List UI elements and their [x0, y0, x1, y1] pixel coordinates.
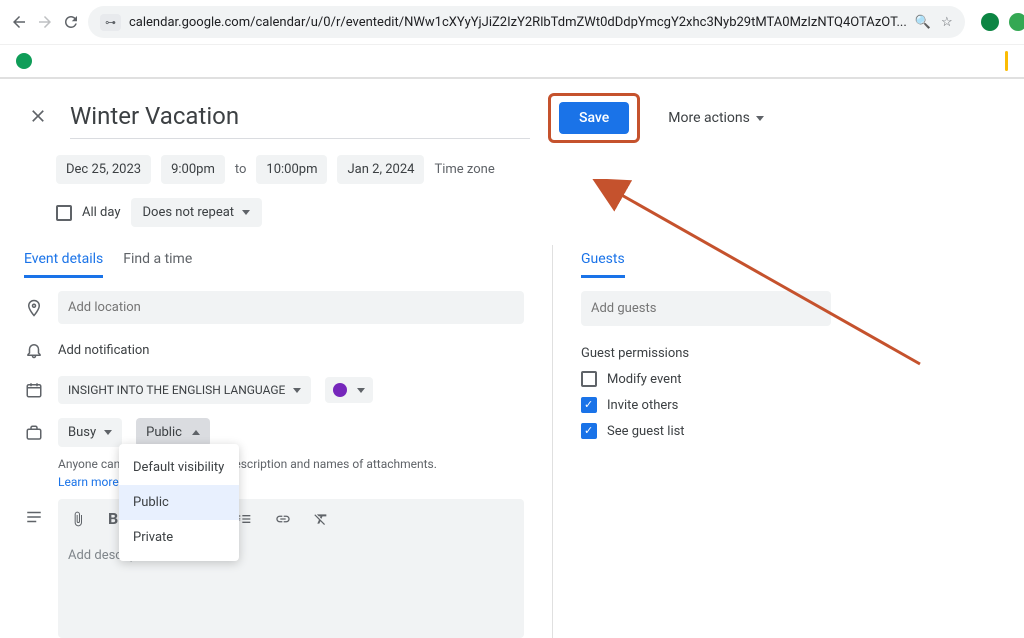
allday-label: All day — [82, 205, 121, 220]
notes-icon — [24, 507, 44, 527]
calendar-row: INSIGHT INTO THE ENGLISH LANGUAGE — [24, 376, 524, 404]
back-button[interactable] — [10, 10, 28, 34]
attachment-icon[interactable] — [66, 507, 90, 531]
color-dot-icon — [333, 383, 347, 397]
menu-item-default[interactable]: Default visibility — [119, 450, 239, 485]
two-column-layout: Event details Find a time Add notificati… — [24, 245, 1000, 638]
menu-item-public[interactable]: Public — [119, 485, 239, 520]
repeat-dropdown[interactable]: Does not repeat — [131, 198, 263, 227]
more-actions-button[interactable]: More actions — [658, 104, 774, 132]
tab-event-details[interactable]: Event details — [24, 245, 103, 278]
reload-button[interactable] — [62, 10, 80, 34]
more-actions-label: More actions — [668, 110, 750, 126]
add-notification-button[interactable]: Add notification — [58, 343, 149, 358]
column-divider — [552, 245, 553, 638]
chevron-down-icon — [357, 388, 365, 393]
url-text: calendar.google.com/calendar/u/0/r/event… — [129, 15, 907, 30]
seelist-checkbox[interactable] — [581, 423, 597, 439]
event-editor-page: Save More actions Dec 25, 2023 9:00pm to… — [0, 79, 1024, 638]
color-selector[interactable] — [325, 377, 373, 403]
extensions-area: f? — [973, 11, 1024, 33]
extension-green2-icon[interactable] — [1009, 13, 1024, 31]
browser-navigation: ⊶ calendar.google.com/calendar/u/0/r/eve… — [0, 0, 1024, 45]
add-guests-input[interactable] — [581, 291, 831, 326]
chevron-down-icon — [104, 430, 112, 435]
briefcase-icon — [24, 423, 44, 443]
link-icon[interactable] — [271, 507, 295, 531]
seelist-label: See guest list — [607, 424, 685, 439]
tab-guests[interactable]: Guests — [581, 245, 625, 278]
modify-checkbox[interactable] — [581, 371, 597, 387]
bell-icon — [24, 340, 44, 360]
end-date-chip[interactable]: Jan 2, 2024 — [337, 155, 424, 184]
star-icon[interactable]: ☆ — [941, 15, 953, 30]
description-row: B I U Add description — [24, 499, 524, 638]
notification-row: Add notification — [24, 338, 524, 362]
location-icon — [24, 298, 44, 318]
location-row — [24, 291, 524, 324]
busy-label: Busy — [68, 425, 96, 440]
edge-indicator — [1005, 51, 1008, 71]
chevron-down-icon — [293, 388, 301, 393]
event-title-input[interactable] — [70, 98, 530, 139]
modify-label: Modify event — [607, 372, 682, 387]
end-time-chip[interactable]: 10:00pm — [256, 155, 327, 184]
save-button[interactable]: Save — [559, 102, 629, 134]
save-highlight-box: Save — [548, 93, 640, 143]
allday-row: All day Does not repeat — [56, 198, 1000, 227]
calendar-name: INSIGHT INTO THE ENGLISH LANGUAGE — [68, 383, 285, 397]
forward-button[interactable] — [36, 10, 54, 34]
chevron-down-icon — [242, 210, 250, 215]
calendar-icon — [24, 380, 44, 400]
clear-format-icon[interactable] — [309, 507, 333, 531]
page-header: Save More actions — [24, 93, 1000, 143]
left-column: Event details Find a time Add notificati… — [24, 245, 524, 638]
bookmark-bar — [0, 45, 1024, 79]
detail-tabs: Event details Find a time — [24, 245, 524, 279]
allday-checkbox[interactable] — [56, 205, 72, 221]
chevron-up-icon — [192, 430, 200, 435]
site-settings-icon[interactable]: ⊶ — [100, 14, 121, 31]
visibility-dropdown[interactable]: Public — [136, 418, 210, 447]
calendar-selector[interactable]: INSIGHT INTO THE ENGLISH LANGUAGE — [58, 376, 311, 404]
start-date-chip[interactable]: Dec 25, 2023 — [56, 155, 151, 184]
right-column: Guests Guest permissions Modify event In… — [581, 245, 831, 638]
chevron-down-icon — [756, 116, 764, 121]
repeat-label: Does not repeat — [143, 205, 235, 220]
visibility-menu: Default visibility Public Private — [119, 444, 239, 561]
perm-modify-row: Modify event — [581, 371, 831, 387]
address-bar[interactable]: ⊶ calendar.google.com/calendar/u/0/r/eve… — [88, 6, 965, 38]
to-label: to — [235, 162, 247, 177]
availability-row: Busy Public — [24, 418, 524, 447]
busy-dropdown[interactable]: Busy — [58, 418, 122, 447]
visibility-label: Public — [146, 425, 182, 440]
start-time-chip[interactable]: 9:00pm — [161, 155, 225, 184]
datetime-row: Dec 25, 2023 9:00pm to 10:00pm Jan 2, 20… — [56, 155, 1000, 184]
guest-permissions-title: Guest permissions — [581, 346, 831, 361]
menu-item-private[interactable]: Private — [119, 520, 239, 555]
perm-seelist-row: See guest list — [581, 423, 831, 439]
invite-checkbox[interactable] — [581, 397, 597, 413]
guests-tabs: Guests — [581, 245, 831, 279]
close-icon[interactable] — [24, 102, 52, 134]
tab-find-time[interactable]: Find a time — [123, 245, 192, 278]
invite-label: Invite others — [607, 398, 678, 413]
zoom-icon[interactable]: 🔍 — [915, 15, 931, 30]
location-input[interactable] — [58, 291, 524, 324]
extension-green1-icon[interactable] — [981, 13, 999, 31]
timezone-button[interactable]: Time zone — [434, 162, 494, 177]
bookmark-icon[interactable] — [16, 53, 32, 69]
perm-invite-row: Invite others — [581, 397, 831, 413]
